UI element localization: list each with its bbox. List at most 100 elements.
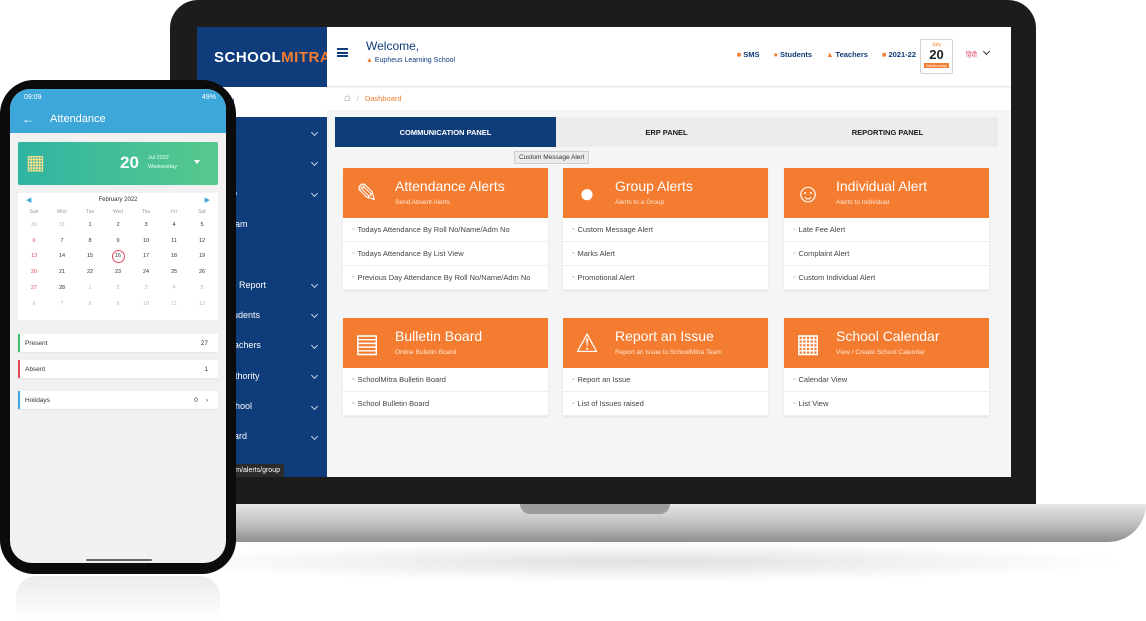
card-subtitle: Report an Issue to SchoolMitra Team (615, 349, 722, 356)
calendar-day[interactable]: 26 (188, 264, 216, 280)
calendar-day[interactable]: 1 (76, 217, 104, 233)
tab-erp-panel[interactable]: ERP PANEL (556, 117, 777, 147)
card-header[interactable]: ● Group Alerts Alerts to a Group (563, 168, 768, 218)
calendar-day[interactable]: 19 (188, 249, 216, 265)
calendar-day[interactable]: 8 (76, 233, 104, 249)
card-link[interactable]: ▫ Marks Alert (563, 242, 768, 266)
calendar-day[interactable]: 25 (160, 264, 188, 280)
laptop-notch (520, 504, 670, 514)
present-stat[interactable]: Present 27 (18, 334, 218, 352)
chevron-down-icon[interactable] (982, 47, 991, 56)
calendar-day[interactable]: 27 (20, 280, 48, 296)
card-header[interactable]: ▦ School Calendar View / Create School Cal… (784, 318, 989, 368)
card-link[interactable]: ▫ Report an Issue (563, 368, 768, 392)
calendar-day[interactable]: 31 (48, 217, 76, 233)
calendar-day[interactable]: 14 (48, 249, 76, 265)
calendar-day[interactable]: 6 (20, 233, 48, 249)
calendar-day[interactable]: 7 (48, 296, 76, 312)
calendar-day[interactable]: 4 (160, 280, 188, 296)
calendar-day[interactable]: 21 (48, 264, 76, 280)
chevron-down-icon[interactable] (310, 341, 319, 349)
calendar-day[interactable]: 6 (20, 296, 48, 312)
calendar-day[interactable]: 7 (48, 233, 76, 249)
menu-icon[interactable] (337, 48, 348, 57)
chevron-down-icon[interactable] (310, 129, 319, 137)
chevron-down-icon[interactable] (310, 189, 319, 197)
chevron-down-icon[interactable] (310, 402, 319, 410)
calendar-day[interactable]: 18 (160, 249, 188, 265)
chevron-down-icon[interactable] (310, 432, 319, 441)
calendar-day[interactable]: 5 (188, 280, 216, 296)
calendar-day[interactable]: 4 (160, 217, 188, 233)
sms-link[interactable]: ■ SMS (737, 50, 760, 59)
chevron-down-icon[interactable] (194, 160, 200, 164)
tab-communication-panel[interactable]: COMMUNICATION PANEL (335, 117, 556, 147)
card-header[interactable]: ☺ Individual Alert Alerts to Individual (784, 168, 989, 218)
breadcrumb-current[interactable]: Dashboard (365, 94, 402, 103)
calendar-day[interactable]: 2 (104, 217, 132, 233)
calendar-day[interactable]: 12 (188, 296, 216, 312)
calendar-day[interactable]: 13 (20, 249, 48, 265)
date-banner[interactable]: ▦ 20 Jul 2022 Wednesday (18, 142, 218, 185)
calendar-day-number: 17 (142, 253, 150, 260)
prev-month-icon[interactable]: ◀ (26, 196, 31, 204)
next-month-icon[interactable]: ▶ (205, 196, 210, 204)
calendar-day[interactable]: 16 (104, 249, 132, 265)
card-header[interactable]: ⚠ Report an Issue Report an Issue to Schoo… (563, 318, 768, 368)
chevron-right-icon[interactable]: › (206, 397, 208, 404)
calendar-day[interactable]: 9 (104, 233, 132, 249)
calendar-day[interactable]: 5 (188, 217, 216, 233)
chevron-down-icon[interactable] (310, 372, 319, 380)
calendar-day[interactable]: 10 (132, 296, 160, 312)
calendar-day[interactable]: 28 (48, 280, 76, 296)
card-link[interactable]: ▫ Complaint Alert (784, 242, 989, 266)
home-icon[interactable]: ☖ (344, 94, 351, 103)
card-link[interactable]: ▫ Custom Individual Alert (784, 266, 989, 290)
calendar-day[interactable]: 3 (132, 217, 160, 233)
calendar-day[interactable]: 8 (76, 296, 104, 312)
calendar-day[interactable]: 1 (76, 280, 104, 296)
brand-logo[interactable]: SCHOOL MITRA (197, 27, 331, 87)
calendar-day[interactable]: 12 (188, 233, 216, 249)
card-link[interactable]: ▫ Previous Day Attendance By Roll No/Name… (343, 266, 548, 290)
card-link[interactable]: ▫ Calendar View (784, 368, 989, 392)
teacher-icon: ✎ (356, 177, 378, 208)
card-link[interactable]: ▫ Late Fee Alert (784, 218, 989, 242)
card-link[interactable]: ▫ Todays Attendance By List View (343, 242, 548, 266)
card-link[interactable]: ▫ Custom Message Alert (563, 218, 768, 242)
home-indicator (86, 559, 152, 561)
language-select[interactable]: हिंदी (966, 51, 977, 60)
calendar-day[interactable]: 30 (20, 217, 48, 233)
students-link[interactable]: ● Students (773, 50, 812, 59)
absent-stat[interactable]: Absent 1 (18, 360, 218, 378)
card-link[interactable]: ▫ List View (784, 392, 989, 416)
session-link[interactable]: ■ 2021-22 (882, 50, 916, 59)
teachers-link[interactable]: ▲ Teachers (826, 50, 868, 59)
card-link[interactable]: ▫ Promotional Alert (563, 266, 768, 290)
chevron-down-icon[interactable] (310, 159, 319, 167)
card-header[interactable]: ✎ Attendance Alerts Send Absent Alerts (343, 168, 548, 218)
calendar-day[interactable]: 9 (104, 296, 132, 312)
calendar-day[interactable]: 11 (160, 296, 188, 312)
card-link[interactable]: ▫ List of Issues raised (563, 392, 768, 416)
calendar-day[interactable]: 20 (20, 264, 48, 280)
calendar-day[interactable]: 22 (76, 264, 104, 280)
chevron-down-icon[interactable] (310, 280, 319, 289)
calendar-day[interactable]: 3 (132, 280, 160, 296)
card-link[interactable]: ▫ Todays Attendance By Roll No/Name/Adm N… (343, 218, 548, 242)
calendar-day[interactable]: 15 (76, 249, 104, 265)
back-arrow-icon[interactable]: ← (22, 112, 34, 126)
calendar-day[interactable]: 23 (104, 264, 132, 280)
calendar-day[interactable]: 17 (132, 249, 160, 265)
calendar-day[interactable]: 24 (132, 264, 160, 280)
card-link[interactable]: ▫ SchoolMitra Bulletin Board (343, 368, 548, 392)
chevron-down-icon[interactable] (310, 311, 319, 319)
calendar-day[interactable]: 10 (132, 233, 160, 249)
calendar-day-number: 6 (32, 237, 36, 244)
holidays-stat[interactable]: Holidays 0 › (18, 391, 218, 409)
card-header[interactable]: ▤ Bulletin Board Online Bulletin Board (343, 318, 548, 368)
card-link[interactable]: ▫ School Bulletin Board (343, 392, 548, 416)
calendar-day[interactable]: 2 (104, 280, 132, 296)
tab-reporting-panel[interactable]: REPORTING PANEL (777, 117, 998, 147)
calendar-day[interactable]: 11 (160, 233, 188, 249)
